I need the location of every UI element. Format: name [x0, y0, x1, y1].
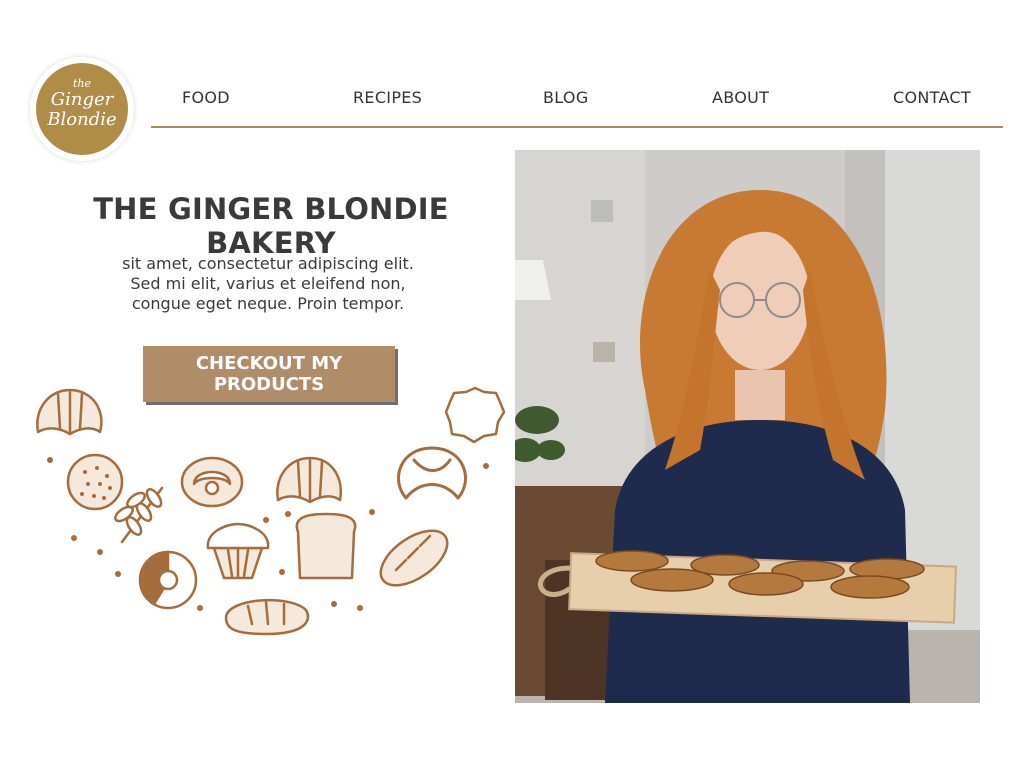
page-title: THE GINGER BLONDIE BAKERY [93, 192, 449, 260]
nav-divider [151, 126, 1003, 128]
baker-photo [515, 150, 980, 703]
bread-slice-icon [295, 512, 357, 580]
logo-badge: the Ginger Blondie [36, 63, 128, 155]
cookie-icon [66, 453, 124, 511]
nav-item-about[interactable]: ABOUT [712, 88, 769, 107]
wheat-icon [114, 486, 164, 544]
nav-item-food[interactable]: FOOD [182, 88, 230, 107]
loaf-icon [224, 598, 310, 636]
logo-line-2: Ginger [50, 89, 114, 110]
main-nav: FOOD RECIPES BLOG ABOUT CONTACT [150, 88, 1002, 114]
donut-icon [138, 550, 198, 610]
baguette-icon [379, 529, 449, 587]
hero-description: sit amet, consectetur adipiscing elit. S… [122, 254, 414, 313]
danish-icon [180, 456, 244, 508]
logo[interactable]: the Ginger Blondie [30, 57, 134, 161]
pretzel-icon [397, 446, 467, 500]
muffin-icon [206, 522, 270, 580]
bakery-illustration [36, 386, 506, 636]
pie-icon [444, 386, 506, 444]
logo-line-3: Blondie [47, 109, 117, 130]
croissant-icon [36, 388, 103, 436]
nav-item-contact[interactable]: CONTACT [893, 88, 971, 107]
nav-item-recipes[interactable]: RECIPES [353, 88, 422, 107]
croissant-icon [276, 456, 342, 504]
nav-item-blog[interactable]: BLOG [543, 88, 589, 107]
